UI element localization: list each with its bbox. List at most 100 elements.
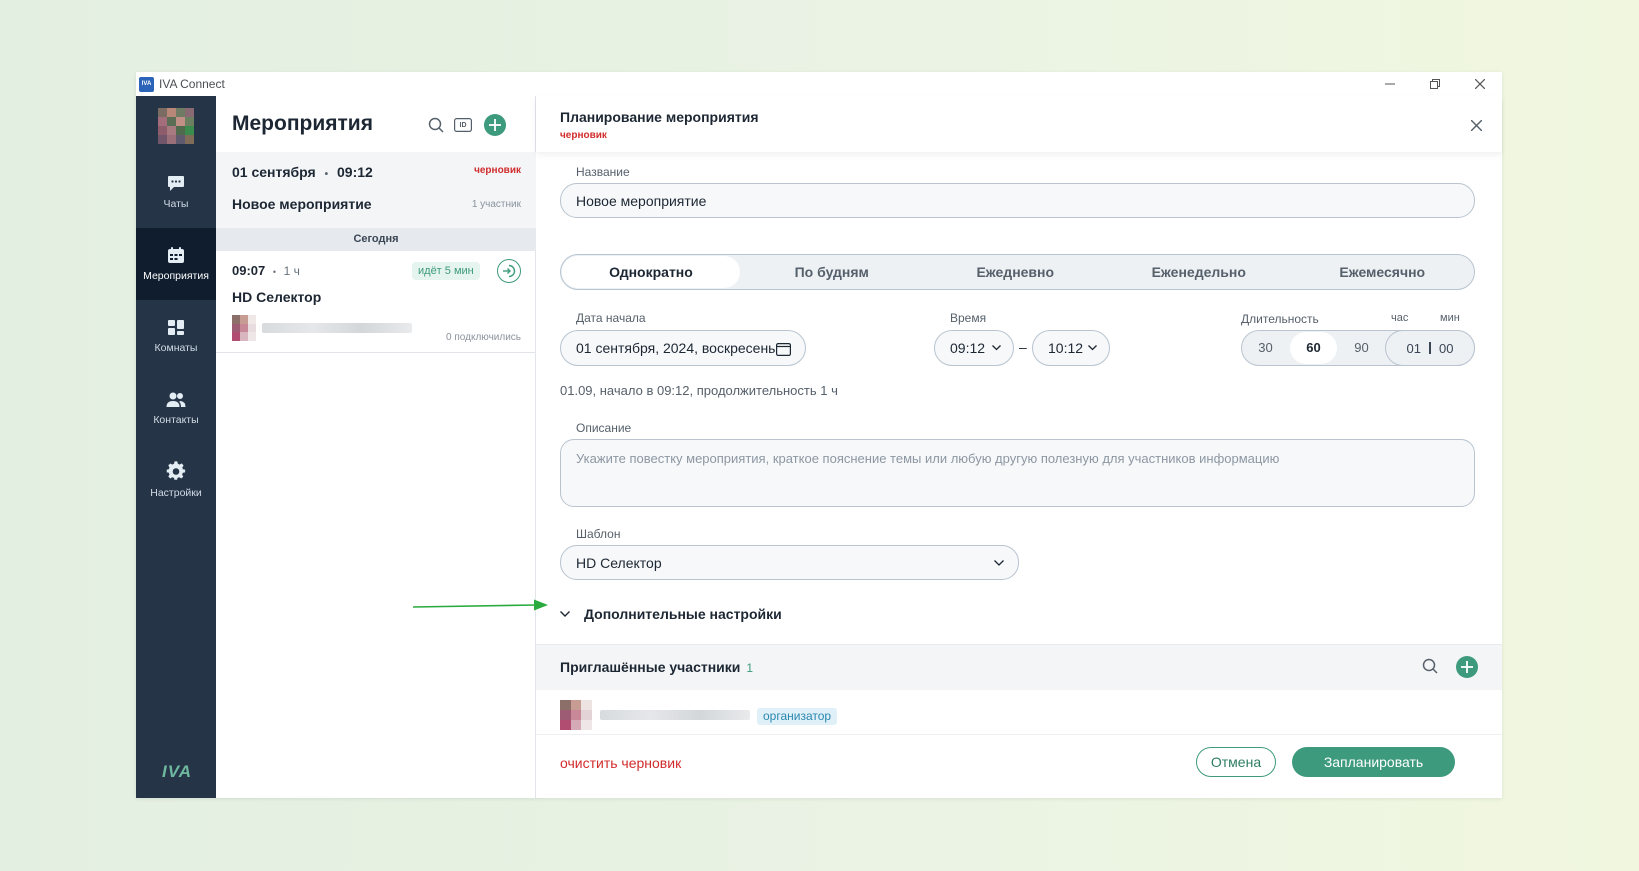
nav-label: Контакты (153, 413, 199, 426)
draft-participants: 1 участник (471, 199, 521, 210)
contacts-icon (166, 392, 186, 407)
recurrence-option-weekly[interactable]: Еженедельно (1107, 256, 1291, 288)
cancel-button[interactable]: Отмена (1196, 747, 1276, 777)
event-name: HD Селектор (232, 289, 322, 305)
recurrence-option-weekdays[interactable]: По будням (740, 256, 924, 288)
nav-item-contacts[interactable]: Контакты (136, 372, 216, 444)
event-card[interactable]: 09:07 • 1 ч идёт 5 мин HD Селектор 0 под… (216, 251, 536, 353)
events-list-panel: Мероприятия ID 01 сентября • 09:12 черно… (216, 96, 536, 798)
blurred-participant-name (262, 323, 412, 333)
panel-title: Планирование мероприятия (560, 109, 759, 125)
nav-item-rooms[interactable]: Комнаты (136, 300, 216, 372)
duration-min-label: мин (1440, 312, 1460, 324)
participants-header: Приглашённые участники 1 (536, 644, 1502, 690)
close-panel-button[interactable] (1470, 118, 1483, 136)
plus-icon (489, 119, 501, 131)
participant-avatar (560, 700, 592, 730)
nav-rail: Чаты Мероприятия Комнаты Контакты Настро… (136, 96, 216, 798)
window-title: IVA Connect (159, 77, 225, 91)
dot-separator: • (324, 169, 329, 180)
plus-icon (1461, 661, 1473, 673)
duration-label: Длительность (1241, 312, 1319, 326)
duration-option-90[interactable]: 90 (1338, 332, 1385, 364)
time-to-select[interactable]: 10:12 (1032, 330, 1110, 366)
recurrence-option-monthly[interactable]: Ежемесячно (1291, 256, 1475, 288)
recurrence-option-once[interactable]: Однократно (562, 256, 740, 288)
add-event-button[interactable] (484, 114, 506, 136)
participants-title: Приглашённые участники 1 (560, 659, 754, 675)
schedule-summary: 01.09, начало в 09:12, продолжительность… (560, 383, 838, 398)
recurrence-selector: Однократно По будням Ежедневно Еженедель… (560, 254, 1475, 290)
nav-label: Мероприятия (143, 269, 209, 282)
join-event-button[interactable] (497, 259, 521, 283)
app-window: IVA IVA Connect Чаты Мероприятия Комнаты… (136, 72, 1502, 798)
close-icon (1474, 79, 1485, 89)
start-date-label: Дата начала (576, 311, 646, 325)
nav-item-settings[interactable]: Настройки (136, 444, 216, 516)
draft-name: Новое мероприятие (232, 196, 372, 212)
chevron-down-icon (994, 560, 1004, 566)
duration-minutes[interactable]: 00 (1439, 341, 1453, 356)
nav-label: Комнаты (154, 341, 198, 354)
start-date-input[interactable]: 01 сентября, 2024, воскресенье (560, 330, 806, 366)
duration-divider (1429, 342, 1431, 354)
event-planning-panel: Планирование мероприятия черновик Назван… (536, 96, 1502, 798)
advanced-settings-toggle[interactable]: Дополнительные настройки (560, 606, 782, 622)
duration-option-60[interactable]: 60 (1290, 332, 1337, 364)
panel-header: Планирование мероприятия черновик (536, 96, 1502, 152)
enter-icon (503, 264, 516, 278)
event-status-badge: идёт 5 мин (412, 262, 480, 280)
chevron-down-icon (992, 345, 1001, 351)
participant-avatar (232, 315, 256, 341)
join-by-id-button[interactable]: ID (452, 114, 474, 136)
chevron-down-icon (1088, 345, 1097, 351)
search-button[interactable] (425, 114, 447, 136)
time-separator: – (1019, 339, 1027, 355)
panel-footer: очистить черновик Отмена Запланировать (536, 734, 1502, 798)
recurrence-option-daily[interactable]: Ежедневно (924, 256, 1108, 288)
annotation-arrow-icon (412, 599, 548, 611)
app-logo-icon: IVA (139, 76, 154, 92)
template-label: Шаблон (576, 527, 621, 541)
gear-icon (166, 461, 186, 480)
search-icon (428, 117, 444, 133)
participants-search-button[interactable] (1422, 658, 1438, 679)
description-input[interactable]: Укажите повестку мероприятия, краткое по… (560, 439, 1475, 507)
description-label: Описание (576, 421, 632, 435)
duration-option-30[interactable]: 30 (1242, 332, 1289, 364)
rooms-icon (168, 319, 184, 335)
draft-event-card[interactable]: 01 сентября • 09:12 черновик Новое мероп… (216, 152, 536, 228)
add-participant-button[interactable] (1456, 656, 1478, 678)
restore-button[interactable] (1412, 72, 1457, 96)
user-avatar[interactable] (158, 108, 194, 144)
close-window-button[interactable] (1457, 72, 1502, 96)
time-from-select[interactable]: 09:12 (934, 330, 1014, 366)
name-input[interactable]: Новое мероприятие (560, 183, 1475, 218)
duration-hours[interactable]: 01 (1407, 341, 1421, 356)
nav-item-events[interactable]: Мероприятия (136, 228, 216, 300)
clear-draft-link[interactable]: очистить черновик (560, 755, 681, 771)
participant-row[interactable]: организатор (536, 690, 1502, 734)
draft-badge: черновик (474, 165, 521, 176)
today-separator: Сегодня (216, 228, 536, 251)
blurred-participant-name (600, 710, 750, 720)
search-icon (1422, 658, 1438, 674)
events-list-header: Мероприятия ID (216, 96, 536, 152)
draft-date: 01 сентября • 09:12 (232, 164, 373, 180)
duration-custom-input[interactable]: 01 00 (1385, 330, 1475, 366)
chevron-down-icon (560, 611, 570, 617)
calendar-picker-icon (776, 342, 791, 356)
minimize-button[interactable] (1367, 72, 1412, 96)
iva-logo: IVA (162, 762, 193, 781)
calendar-icon (168, 246, 184, 263)
nav-item-chats[interactable]: Чаты (136, 156, 216, 228)
schedule-button[interactable]: Запланировать (1292, 747, 1455, 777)
template-select[interactable]: HD Селектор (560, 545, 1019, 580)
title-bar: IVA IVA Connect (136, 72, 1502, 96)
restore-icon (1429, 79, 1440, 89)
chat-icon (168, 175, 184, 191)
minimize-icon (1384, 83, 1395, 85)
window-controls (1367, 72, 1502, 96)
duration-hour-label: час (1391, 312, 1409, 324)
duration-selector: 30 60 90 01 00 (1241, 330, 1475, 366)
